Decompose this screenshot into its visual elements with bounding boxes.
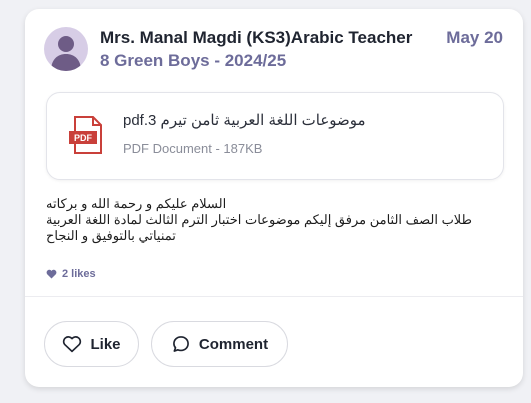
likes-count[interactable]: 2 likes [46,268,96,280]
heart-outline-icon [63,336,82,353]
message-line: طلاب الصف الثامن مرفق إليكم موضوعات اختب… [46,212,472,227]
heart-icon [46,269,57,279]
comment-button[interactable]: Comment [151,321,288,367]
attachment-file-meta: PDF Document - 187KB [123,141,263,156]
post-card: Mrs. Manal Magdi (KS3)Arabic Teacher 8 G… [25,9,523,387]
pdf-icon-label: PDF [74,133,93,143]
like-button-label: Like [90,335,121,353]
divider [25,296,523,297]
comment-icon [172,336,189,352]
likes-label: 2 likes [62,268,96,280]
post-message: السلام عليكم و رحمة الله و بركاته طلاب ا… [46,196,486,244]
like-button[interactable]: Like [44,321,139,367]
message-line: تمنياتي بالتوفيق و النجاح [46,228,176,243]
post-author[interactable]: Mrs. Manal Magdi (KS3)Arabic Teacher [100,28,412,48]
attachment-file-name: موضوعات اللغة العربية ثامن تيرم 3.pdf [123,112,366,129]
post-group[interactable]: 8 Green Boys - 2024/25 [100,51,286,71]
person-icon [51,36,81,71]
avatar[interactable] [44,27,88,71]
pdf-file-icon: PDF [69,116,102,154]
attachment-card[interactable]: PDF موضوعات اللغة العربية ثامن تيرم 3.pd… [46,92,504,180]
message-line: السلام عليكم و رحمة الله و بركاته [46,196,227,211]
comment-button-label: Comment [198,335,269,353]
post-date: May 20 [446,28,503,47]
